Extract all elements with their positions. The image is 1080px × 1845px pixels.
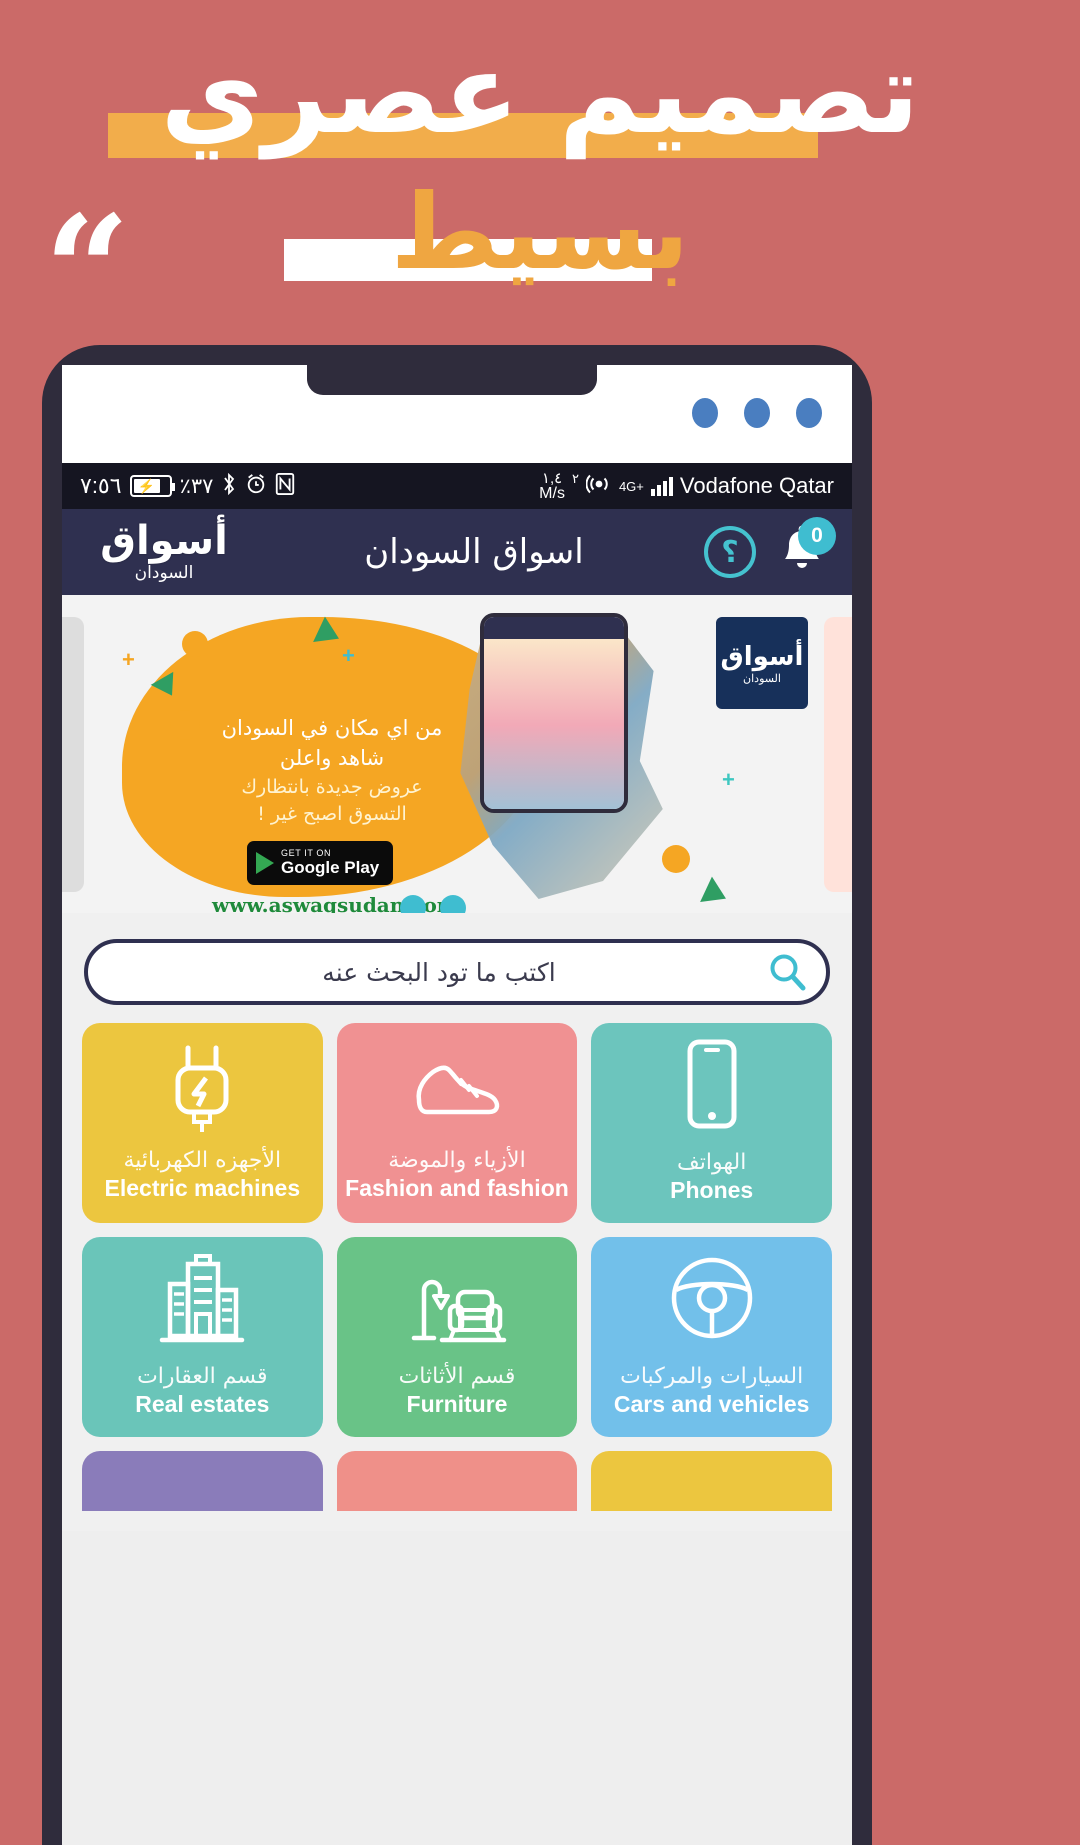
promo-banner[interactable]: من اي مكان في السودان شاهد واعلن عروض جد… <box>62 595 852 913</box>
banner-line-4: التسوق اصبح غير ! <box>257 803 407 826</box>
category-label-ar: الأزياء والموضة <box>388 1148 526 1173</box>
battery-charging-glyph: ⚡ <box>133 479 160 493</box>
notch-cutout <box>307 365 597 395</box>
promo-header: تصميم عصري بسيط “ <box>0 0 1080 359</box>
buildings-icon <box>160 1254 245 1343</box>
decor-plus-icon: + <box>722 767 735 792</box>
app-logo-mark: أسواق <box>100 518 228 564</box>
nfc-icon <box>275 473 295 499</box>
decorative-dots <box>692 398 822 428</box>
google-play-big-label: Google Play <box>281 857 380 877</box>
carousel-next-peek[interactable] <box>824 617 852 892</box>
decor-plus-icon: + <box>122 647 135 672</box>
dot-icon <box>692 398 718 428</box>
category-tile-partial-1[interactable] <box>82 1451 323 1511</box>
category-tile-partial-2[interactable] <box>336 1451 578 1511</box>
notch-area <box>62 365 852 463</box>
category-tile-fashion[interactable]: الأزياء والموضة Fashion and fashion <box>336 1023 578 1223</box>
app-logo-sub: السودان <box>134 563 194 583</box>
category-tile-real-estate[interactable]: قسم العقارات Real estates <box>82 1237 323 1437</box>
category-tile-cars[interactable]: السيارات والمركبات Cars and vehicles <box>591 1237 832 1437</box>
steering-wheel-icon <box>671 1257 752 1339</box>
plug-icon <box>175 1045 229 1132</box>
app-preview-body <box>484 639 624 809</box>
bluetooth-icon <box>221 472 237 499</box>
page-title: اسواق السودان <box>364 532 584 572</box>
phone-screen: ٧:٥٦ ⚡ ٪٣٧ ١,٤ M/s ٢ 4G+ Vodafone Qatar … <box>62 365 852 1845</box>
dot-icon <box>744 398 770 428</box>
search-icon[interactable] <box>764 949 810 995</box>
website-url[interactable]: www.aswaqsudan.com <box>190 893 480 913</box>
category-label-ar: الهواتف <box>676 1150 747 1175</box>
category-tile-electric[interactable]: الأجهزه الكهربائية Electric machines <box>82 1023 323 1223</box>
status-bar-right: ١,٤ M/s ٢ 4G+ Vodafone Qatar <box>539 471 834 502</box>
carrier-name: Vodafone Qatar <box>679 473 834 498</box>
search-input[interactable]: اكتب ما تود البحث عنه <box>84 939 830 1005</box>
category-label-en: Cars and vehicles <box>613 1391 810 1417</box>
phone-icon <box>687 1039 737 1129</box>
category-label-en: Electric machines <box>104 1175 301 1201</box>
decor-triangle-icon <box>700 876 732 912</box>
category-label-ar: قسم الأثاثات <box>398 1364 516 1389</box>
promo-headline-primary: تصميم عصري <box>160 29 921 159</box>
furniture-icon <box>411 1279 507 1343</box>
notification-badge: 0 <box>798 517 836 555</box>
app-bar-actions: ؟ 0 <box>704 517 836 581</box>
network-speed-unit: M/s <box>539 484 565 502</box>
status-bar: ٧:٥٦ ⚡ ٪٣٧ ١,٤ M/s ٢ 4G+ Vodafone Qatar <box>62 463 852 509</box>
notifications-button[interactable]: 0 <box>774 517 836 581</box>
network-speed-value: ١,٤ <box>541 469 563 487</box>
clock-time: ٧:٥٦ <box>80 473 122 498</box>
hotspot-icon <box>585 471 612 501</box>
carousel-prev-peek[interactable] <box>62 617 84 892</box>
phone-mockup: ٧:٥٦ ⚡ ٪٣٧ ١,٤ M/s ٢ 4G+ Vodafone Qatar … <box>42 345 872 1845</box>
decor-plus-icon: + <box>342 643 355 668</box>
category-grid: الأجهزه الكهربائية Electric machines الأ… <box>62 1023 852 1531</box>
category-label-ar: قسم العقارات <box>137 1364 268 1389</box>
category-label-en: Fashion and fashion <box>345 1175 569 1201</box>
battery-icon: ⚡ <box>129 475 175 497</box>
search-section: اكتب ما تود البحث عنه <box>62 913 852 1023</box>
brand-logo-chip-sub: السودان <box>743 672 781 685</box>
status-bar-left: ٧:٥٦ ⚡ ٪٣٧ <box>80 472 295 499</box>
brand-logo-chip: أسواق السودان <box>716 617 808 709</box>
app-logo[interactable]: أسواق السودان <box>84 521 244 583</box>
app-preview-appbar <box>484 617 624 639</box>
google-play-button[interactable]: GET IT ON Google Play <box>247 841 393 885</box>
alarm-icon <box>245 473 267 499</box>
category-tile-phones[interactable]: الهواتف Phones <box>591 1023 832 1223</box>
battery-percent: ٪٣٧ <box>179 474 214 498</box>
dot-icon <box>796 398 822 428</box>
search-placeholder: اكتب ما تود البحث عنه <box>322 957 556 987</box>
google-play-icon <box>256 852 274 874</box>
category-label-en: Real estates <box>135 1391 270 1417</box>
network-speed: ١,٤ M/s <box>539 471 565 502</box>
help-icon[interactable]: ؟ <box>704 526 756 578</box>
category-tile-furniture[interactable]: قسم الأثاثات Furniture <box>336 1237 578 1437</box>
category-label-ar: السيارات والمركبات <box>620 1364 804 1389</box>
promo-headline-secondary: بسيط <box>390 171 690 293</box>
brand-logo-chip-mark: أسواق <box>720 641 804 672</box>
shoe-icon <box>416 1065 500 1115</box>
signal-strength-icon <box>650 476 673 496</box>
category-label-en: Phones <box>670 1177 754 1203</box>
app-bar: أسواق السودان اسواق السودان ؟ 0 <box>62 509 852 595</box>
category-label-ar: الأجهزه الكهربائية <box>123 1148 282 1173</box>
decor-dot-icon <box>662 845 690 873</box>
category-label-en: Furniture <box>406 1391 508 1417</box>
category-tile-partial-3[interactable] <box>591 1451 832 1511</box>
decor-dot-icon <box>170 710 200 740</box>
network-type: 4G+ <box>618 478 644 494</box>
quote-mark-icon: “ <box>44 183 131 359</box>
network-speed-superscript: ٢ <box>571 470 579 486</box>
decor-dot-icon <box>182 631 208 657</box>
app-preview-phone-image <box>480 613 628 813</box>
